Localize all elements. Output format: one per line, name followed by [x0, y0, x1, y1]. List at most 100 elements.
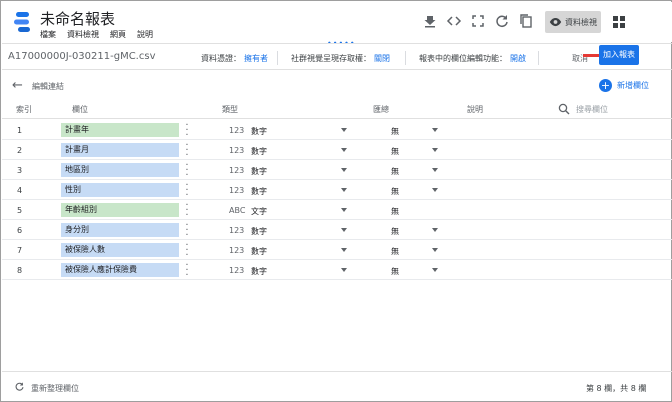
row-index: 8	[17, 266, 23, 275]
back-arrow-icon[interactable]: ←	[12, 78, 23, 93]
data-view-label: 資料檢視	[565, 17, 597, 27]
field-table-header: 索引 欄位 類型 匯總 說明 搜尋欄位	[2, 101, 672, 119]
table-row: 4 性別 · · · 123 數字 無	[2, 180, 672, 201]
credentials-label: 資料憑證：	[201, 54, 241, 63]
type-select[interactable]: 數字	[251, 166, 267, 177]
chevron-down-icon[interactable]	[341, 188, 347, 192]
aggregation-select[interactable]: 無	[391, 246, 399, 257]
field-name-chip[interactable]: 地區別	[61, 163, 179, 177]
type-select[interactable]: 數字	[251, 246, 267, 257]
add-to-report-button[interactable]: 加入報表	[599, 45, 639, 65]
field-edit-label: 報表中的欄位編輯功能：	[419, 54, 507, 63]
refresh-fields-button[interactable]: 重新整理欄位	[31, 383, 79, 394]
more-options-icon[interactable]: · · ·	[185, 181, 189, 201]
type-select[interactable]: 數字	[251, 126, 267, 137]
apps-grid-icon[interactable]	[613, 16, 625, 28]
type-code-icon: 123	[229, 166, 245, 175]
more-options-icon[interactable]: · · ·	[185, 241, 189, 261]
table-row: 2 計畫月 · · · 123 數字 無	[2, 140, 672, 161]
fullscreen-icon[interactable]	[470, 13, 486, 29]
data-view-button[interactable]: 資料檢視	[545, 11, 601, 33]
more-options-icon[interactable]: · · ·	[185, 141, 189, 161]
chevron-down-icon[interactable]	[341, 248, 347, 252]
credentials-link[interactable]: 擁有者	[244, 54, 268, 63]
type-code-icon: 123	[229, 266, 245, 275]
row-index: 6	[17, 226, 23, 235]
type-select[interactable]: 數字	[251, 146, 267, 157]
more-options-icon[interactable]: · · ·	[185, 161, 189, 181]
column-header-index: 索引	[16, 105, 32, 114]
chevron-down-icon[interactable]	[432, 248, 438, 252]
field-name-chip[interactable]: 年齡組別	[61, 203, 179, 217]
aggregation-select[interactable]: 無	[391, 146, 399, 157]
copy-icon[interactable]	[518, 13, 534, 29]
column-header-aggregation: 匯總	[373, 105, 389, 114]
type-code-icon: 123	[229, 126, 245, 135]
community-viz-setting: 社群視覺呈現存取權： 關閉	[291, 53, 390, 64]
divider	[405, 51, 406, 65]
download-icon[interactable]	[422, 13, 438, 29]
chevron-down-icon[interactable]	[432, 188, 438, 192]
row-index: 1	[17, 126, 23, 135]
column-header-type: 類型	[222, 105, 238, 114]
type-code-icon: 123	[229, 226, 245, 235]
chevron-down-icon[interactable]	[341, 168, 347, 172]
refresh-fields-icon[interactable]	[14, 381, 25, 392]
chevron-down-icon[interactable]	[432, 168, 438, 172]
field-name-chip[interactable]: 被保險人數	[61, 243, 179, 257]
menu-file[interactable]: 檔案	[40, 29, 56, 40]
chevron-down-icon[interactable]	[432, 228, 438, 232]
chevron-down-icon[interactable]	[341, 208, 347, 212]
chevron-down-icon[interactable]	[341, 268, 347, 272]
row-index: 3	[17, 166, 23, 175]
type-code-icon: 123	[229, 186, 245, 195]
add-field-button[interactable]: + 新增欄位	[599, 79, 649, 92]
aggregation-select[interactable]: 無	[391, 226, 399, 237]
more-options-icon[interactable]: · · ·	[185, 221, 189, 241]
type-select[interactable]: 文字	[251, 206, 267, 217]
refresh-icon[interactable]	[494, 13, 510, 29]
menu-data-view[interactable]: 資料檢視	[67, 29, 99, 40]
field-name-chip[interactable]: 計畫月	[61, 143, 179, 157]
more-options-icon[interactable]: · · ·	[185, 201, 189, 221]
app-window: 未命名報表 檔案 資料檢視 網頁 說明 資料檢視 ••••• A17000000…	[0, 0, 672, 402]
edit-connection-link[interactable]: 編輯連結	[32, 81, 64, 92]
chevron-down-icon[interactable]	[341, 128, 347, 132]
chevron-down-icon[interactable]	[341, 228, 347, 232]
type-select[interactable]: 數字	[251, 266, 267, 277]
field-name-chip[interactable]: 計畫年	[61, 123, 179, 137]
search-icon	[558, 103, 570, 115]
chevron-down-icon[interactable]	[432, 128, 438, 132]
menu-bar: 檔案 資料檢視 網頁 說明	[40, 29, 153, 40]
type-select[interactable]: 數字	[251, 186, 267, 197]
aggregation-select[interactable]: 無	[391, 206, 399, 217]
column-header-description: 說明	[467, 105, 483, 114]
aggregation-select[interactable]: 無	[391, 186, 399, 197]
field-name-chip[interactable]: 性別	[61, 183, 179, 197]
field-edit-link[interactable]: 開啟	[510, 54, 526, 63]
top-app-bar: 未命名報表 檔案 資料檢視 網頁 說明 資料檢視	[2, 2, 672, 42]
community-viz-link[interactable]: 關閉	[374, 54, 390, 63]
type-select[interactable]: 數字	[251, 226, 267, 237]
chevron-down-icon[interactable]	[432, 268, 438, 272]
report-title[interactable]: 未命名報表	[40, 8, 115, 29]
menu-page[interactable]: 網頁	[110, 29, 126, 40]
field-name-chip[interactable]: 被保險人應計保險費	[61, 263, 179, 277]
search-fields-input[interactable]: 搜尋欄位	[576, 104, 608, 115]
row-index: 5	[17, 206, 23, 215]
divider	[538, 51, 539, 65]
aggregation-select[interactable]: 無	[391, 166, 399, 177]
more-options-icon[interactable]: · · ·	[185, 261, 189, 281]
add-field-label: 新增欄位	[617, 81, 649, 90]
table-row: 3 地區別 · · · 123 數字 無	[2, 160, 672, 181]
column-header-field: 欄位	[72, 105, 88, 114]
code-icon[interactable]	[446, 13, 462, 29]
chevron-down-icon[interactable]	[341, 148, 347, 152]
aggregation-select[interactable]: 無	[391, 266, 399, 277]
aggregation-select[interactable]: 無	[391, 126, 399, 137]
menu-help[interactable]: 說明	[137, 29, 153, 40]
chevron-down-icon[interactable]	[432, 148, 438, 152]
table-row: 6 身分別 · · · 123 數字 無	[2, 220, 672, 241]
more-options-icon[interactable]: · · ·	[185, 121, 189, 141]
field-name-chip[interactable]: 身分別	[61, 223, 179, 237]
